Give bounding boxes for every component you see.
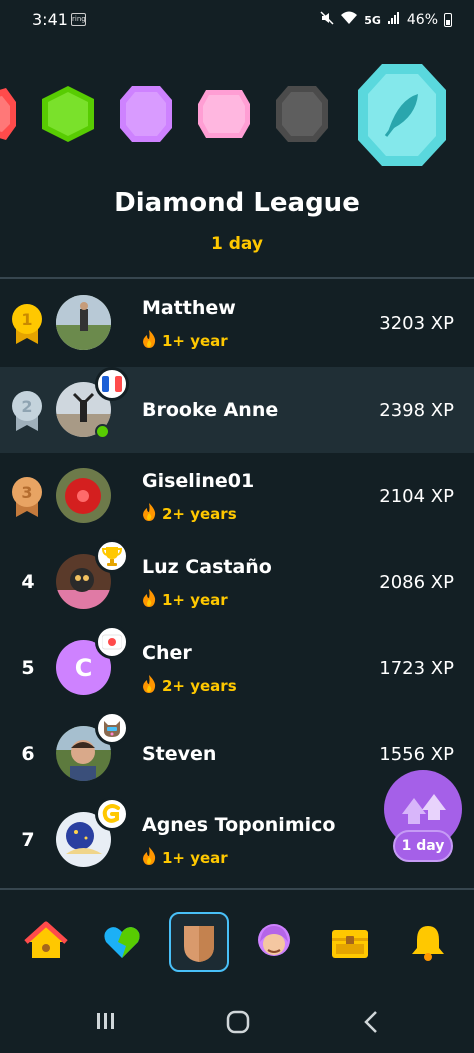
- diamond-league-badge-icon: [354, 60, 450, 170]
- xp-value: 1556 XP: [379, 744, 454, 765]
- xp-value: 3203 XP: [379, 313, 454, 334]
- league-time-left: 1 day: [211, 234, 263, 254]
- back-button[interactable]: [362, 1010, 380, 1040]
- rank-number: 4: [21, 571, 35, 593]
- avatar[interactable]: [56, 468, 111, 523]
- gold-medal-icon: 1: [10, 302, 44, 344]
- heart-icon: [104, 927, 140, 958]
- recent-apps-button[interactable]: [95, 1010, 117, 1038]
- treasure-chest-icon: [332, 930, 368, 958]
- xp-value: 2104 XP: [379, 486, 454, 507]
- streak-label: 2+ years: [162, 677, 237, 695]
- fire-icon: [140, 674, 158, 698]
- battery-icon: [444, 13, 452, 27]
- home-button[interactable]: [226, 1010, 250, 1040]
- bell-icon: [412, 926, 444, 961]
- header-divider: [0, 277, 474, 279]
- emerald-league-badge-icon: [40, 84, 96, 144]
- cat-icon: [95, 711, 129, 745]
- tab-practice[interactable]: [92, 912, 152, 972]
- rank-number: 7: [21, 829, 35, 851]
- user-name: Luz Castaño: [142, 556, 272, 578]
- signal-icon: [387, 11, 401, 29]
- xp-value: 2086 XP: [379, 572, 454, 593]
- tab-notifications[interactable]: [398, 912, 458, 972]
- home-icon: [24, 921, 68, 958]
- leaderboard-row[interactable]: 3 Giseline01 2+ years 2104 XP: [0, 453, 474, 539]
- promotion-time-left[interactable]: 1 day: [393, 830, 453, 862]
- streak-label: 1+ year: [162, 849, 228, 867]
- leaderboard-row[interactable]: 4 Luz Castaño 1+ year 2086 XP: [0, 539, 474, 625]
- fire-icon: [140, 329, 158, 353]
- bronze-medal-icon: 3: [10, 475, 44, 517]
- online-indicator: [95, 424, 110, 439]
- rank-number: 6: [21, 743, 35, 765]
- xp-value: 2398 XP: [379, 400, 454, 421]
- user-name: Brooke Anne: [142, 399, 279, 421]
- profile-icon: [258, 924, 290, 956]
- wifi-icon: [340, 11, 358, 29]
- japan-flag-icon: [95, 625, 129, 659]
- amethyst-league-badge-icon: [118, 84, 174, 144]
- streak-label: 2+ years: [162, 505, 237, 523]
- golden-g-icon: [95, 797, 129, 831]
- leaderboard-row[interactable]: 5 C Cher 2+ years 1723 XP: [0, 625, 474, 711]
- svg-text:1: 1: [21, 310, 32, 329]
- trophy-icon: [95, 539, 129, 573]
- streak-label: 1+ year: [162, 332, 228, 350]
- user-name: Cher: [142, 642, 192, 664]
- streak-label: 1+ year: [162, 591, 228, 609]
- france-flag-icon: [95, 367, 129, 401]
- avatar[interactable]: [56, 295, 111, 350]
- pearl-league-badge-icon: [196, 84, 252, 144]
- fire-icon: [140, 846, 158, 870]
- network-type: 5G: [364, 13, 381, 27]
- status-bar: 3:41 ring 5G 46%: [0, 0, 474, 40]
- mute-icon: [320, 11, 334, 29]
- battery-percent: 46%: [406, 12, 438, 28]
- leaderboard-row[interactable]: 1 Matthew 1+ year 3203 XP: [0, 280, 474, 366]
- fire-icon: [140, 502, 158, 526]
- tab-learn[interactable]: [16, 912, 76, 972]
- svg-text:3: 3: [21, 483, 32, 502]
- silver-medal-icon: 2: [10, 389, 44, 431]
- xp-value: 1723 XP: [379, 658, 454, 679]
- status-time: 3:41: [32, 10, 68, 29]
- red-league-badge-icon: [0, 84, 16, 144]
- user-name: Steven: [142, 743, 217, 765]
- bottom-nav: [0, 890, 474, 990]
- tab-profile[interactable]: [244, 912, 304, 972]
- obsidian-league-badge-icon: [274, 84, 330, 144]
- user-name: Matthew: [142, 297, 236, 319]
- leaderboard-row[interactable]: 2 Brooke Anne 2398 XP: [0, 367, 474, 453]
- tab-quests[interactable]: [320, 912, 380, 972]
- league-badges-row: [0, 60, 474, 170]
- svg-text:2: 2: [21, 397, 32, 416]
- tab-leaderboards[interactable]: [169, 912, 229, 972]
- user-name: Agnes Toponimico: [142, 814, 336, 836]
- user-name: Giseline01: [142, 470, 255, 492]
- league-title: Diamond League: [114, 188, 360, 218]
- system-navigation-bar: [0, 990, 474, 1053]
- rank-number: 5: [21, 657, 35, 679]
- fire-icon: [140, 588, 158, 612]
- ring-notification-icon: ring: [71, 13, 86, 26]
- league-shield-icon: [184, 926, 214, 962]
